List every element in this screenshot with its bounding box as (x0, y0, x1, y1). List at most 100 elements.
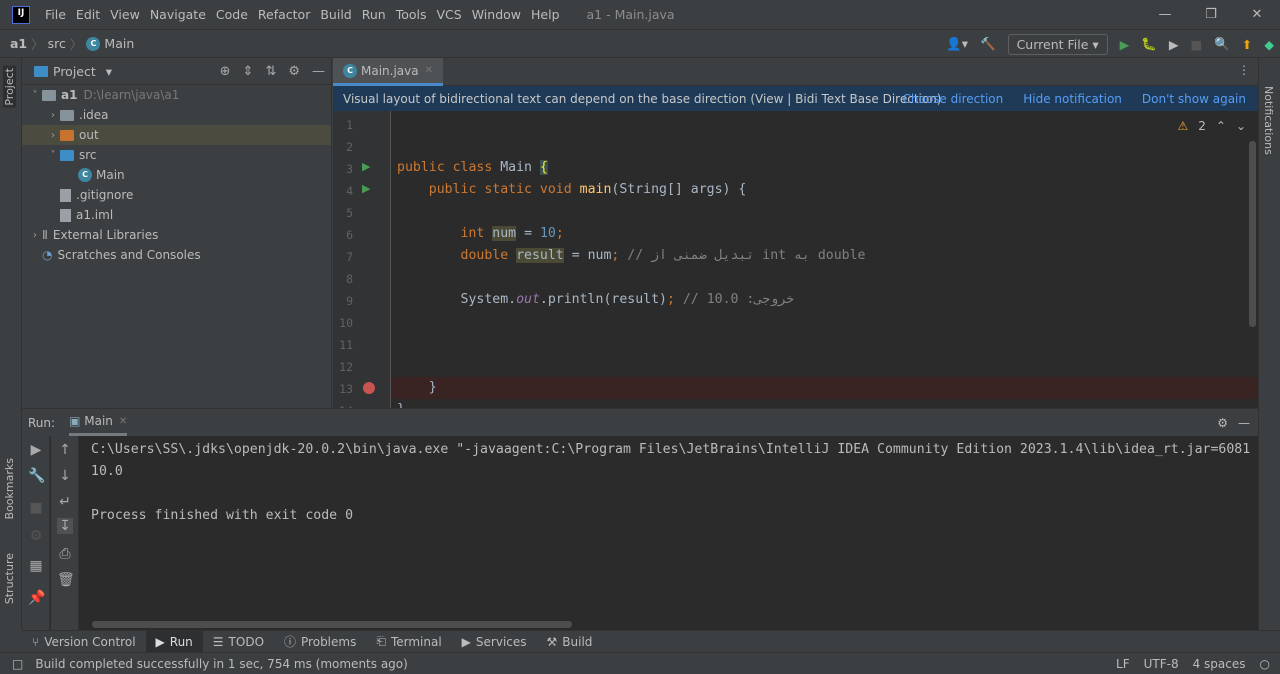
expand-all-icon[interactable]: ⇕ (243, 64, 254, 79)
update-icon[interactable]: ⬆ (1242, 37, 1252, 52)
menu-file[interactable]: File (40, 7, 71, 22)
print-icon[interactable]: ⎙ (57, 546, 73, 562)
hide-icon[interactable]: — (1238, 416, 1250, 430)
tool-tab-run[interactable]: ▶ Run (145, 630, 203, 653)
close-tab-icon[interactable]: ✕ (425, 65, 433, 76)
tool-tab-problems[interactable]: ⓘ Problems (274, 631, 366, 653)
inspection-widget[interactable]: ⚠ 2 ⌃ ⌄ (1177, 119, 1246, 133)
tool-tab-todo[interactable]: ☰ TODO (203, 631, 274, 653)
debug-icon[interactable]: 🐛 (1141, 36, 1157, 52)
user-icon[interactable]: 👤▾ (946, 36, 968, 52)
soft-wrap-icon[interactable]: ↵ (57, 494, 73, 510)
tab-main-java[interactable]: C Main.java ✕ (333, 58, 443, 86)
folder-icon (60, 129, 74, 141)
scroll-to-end-icon[interactable]: ↧ (57, 518, 73, 534)
debug-icon[interactable]: ⚙ (28, 528, 44, 544)
menu-code[interactable]: Code (211, 7, 253, 22)
editor-scrollbar[interactable] (1249, 141, 1256, 327)
close-icon[interactable]: ✕ (1234, 0, 1280, 29)
tool-tab-terminal[interactable]: ⎗ Terminal (366, 631, 451, 653)
hammer-icon: ⚒ (546, 634, 558, 649)
menu-run[interactable]: Run (357, 7, 391, 22)
tool-tab-build[interactable]: ⚒ Build (537, 631, 603, 653)
run-gutter-icon[interactable]: ▶ (362, 182, 370, 195)
more-icon[interactable]: ⋮ (1238, 63, 1250, 77)
gear-icon[interactable]: ⚙ (1217, 416, 1228, 430)
trash-icon[interactable]: 🗑 (57, 572, 75, 588)
tree-item[interactable]: ˅ a1 D:\learn\java\a1 (22, 85, 331, 105)
tree-item[interactable]: ◔ Scratches and Consoles (22, 245, 331, 265)
tool-tab-services[interactable]: ▶ Services (452, 631, 537, 653)
pin-icon[interactable]: 📌 (28, 590, 45, 606)
breadcrumb-src[interactable]: src (48, 36, 66, 51)
code-area[interactable]: ⚠ 2 ⌃ ⌄ 1 2 3 ▶ public class Main {4 ▶ public st… (333, 111, 1258, 408)
hide-notification-link[interactable]: Hide notification (1023, 92, 1122, 106)
code-line: int num = 10; (397, 223, 564, 245)
chevron-down-icon[interactable]: ˅ (28, 90, 42, 101)
class-icon: C (78, 168, 92, 182)
gear-icon[interactable]: ⚙ (288, 64, 300, 79)
wrench-icon[interactable]: 🔧 (28, 468, 45, 484)
chevron-down-icon[interactable]: ▾ (106, 64, 112, 79)
breadcrumb-main[interactable]: Main (104, 36, 134, 51)
run-icon[interactable]: ▶ (1120, 37, 1130, 52)
locate-icon[interactable]: ⊕ (220, 64, 231, 79)
toggle-panels-icon[interactable]: □ (12, 657, 23, 671)
breakpoint-icon[interactable] (363, 382, 375, 394)
tree-item[interactable]: › out (22, 125, 331, 145)
menu-refactor[interactable]: Refactor (253, 7, 315, 22)
toolbox-icon[interactable]: ◆ (1264, 37, 1274, 52)
minimize-icon[interactable]: — (1142, 0, 1188, 29)
up-arrow-icon[interactable]: ↑ (57, 442, 73, 458)
menu-build[interactable]: Build (315, 7, 356, 22)
chevron-down-icon[interactable]: ˅ (46, 150, 60, 161)
project-title[interactable]: Project (53, 64, 96, 79)
tree-item[interactable]: a1.iml (22, 205, 331, 225)
indent-setting[interactable]: 4 spaces (1193, 657, 1246, 671)
menu-edit[interactable]: Edit (71, 7, 105, 22)
tree-item[interactable]: › .idea (22, 105, 331, 125)
search-icon[interactable]: 🔍 (1214, 36, 1230, 52)
hide-icon[interactable]: — (312, 64, 325, 79)
bookmarks-tool-button[interactable]: Bookmarks (3, 458, 16, 519)
menu-window[interactable]: Window (467, 7, 526, 22)
structure-tool-button[interactable]: Structure (3, 553, 16, 604)
rerun-icon[interactable]: ▶ (28, 442, 44, 458)
project-tool-button[interactable]: Project (3, 66, 16, 108)
collapse-all-icon[interactable]: ⇅ (265, 64, 276, 79)
terminal-icon: ⎗ (376, 634, 386, 648)
notifications-tool-button[interactable]: Notifications (1262, 86, 1275, 155)
stop-icon[interactable]: ■ (1191, 37, 1203, 52)
status-message[interactable]: Build completed successfully in 1 sec, 7… (35, 657, 407, 671)
choose-direction-link[interactable]: Choose direction (903, 92, 1004, 106)
menu-help[interactable]: Help (526, 7, 565, 22)
tree-item[interactable]: C Main (22, 165, 331, 185)
chevron-right-icon[interactable]: › (46, 130, 60, 141)
tree-item[interactable]: .gitignore (22, 185, 331, 205)
breadcrumb-a1[interactable]: a1 (10, 36, 27, 51)
chevron-right-icon[interactable]: › (46, 110, 60, 121)
line-separator[interactable]: LF (1116, 657, 1130, 671)
layout-icon[interactable]: ▦ (28, 558, 44, 574)
run-config-select[interactable]: Current File ▾ (1007, 33, 1108, 55)
menu-view[interactable]: View (105, 7, 145, 22)
chevron-right-icon[interactable]: › (28, 230, 42, 241)
console-scrollbar[interactable] (92, 621, 572, 628)
run-gutter-icon[interactable]: ▶ (362, 160, 370, 173)
build-hammer-icon[interactable]: 🔨 (980, 36, 996, 52)
menu-tools[interactable]: Tools (391, 7, 432, 22)
run-tab-main[interactable]: ▣ Main ✕ (69, 409, 128, 436)
tool-tab-version-control[interactable]: ⑂ Version Control (22, 631, 146, 653)
tree-item-label: .idea (79, 108, 109, 122)
dont-show-again-link[interactable]: Don't show again (1142, 92, 1246, 106)
stop-icon[interactable]: ■ (28, 500, 44, 516)
tree-item[interactable]: › Ⅱ External Libraries (22, 225, 331, 245)
coverage-icon[interactable]: ▶ (1169, 37, 1179, 52)
console-output[interactable]: C:\Users\SS\.jdks\openjdk-20.0.2\bin\jav… (91, 439, 1250, 527)
restore-icon[interactable]: ❐ (1188, 0, 1234, 29)
file-encoding[interactable]: UTF-8 (1144, 657, 1179, 671)
menu-vcs[interactable]: VCS (432, 7, 467, 22)
tree-item[interactable]: ˅ src (22, 145, 331, 165)
down-arrow-icon[interactable]: ↓ (57, 468, 73, 484)
menu-navigate[interactable]: Navigate (145, 7, 211, 22)
